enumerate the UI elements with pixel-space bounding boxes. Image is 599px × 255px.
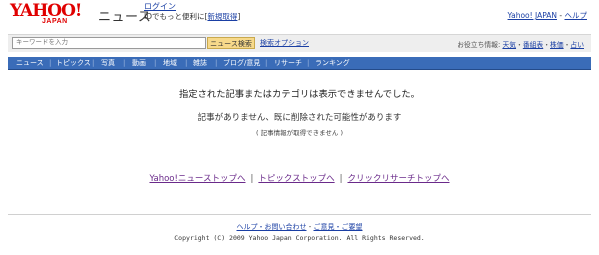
signup-link[interactable]: 新規取得 [207,12,237,21]
login-block: ログイン IDでもっと便利に[新規取得] [144,2,240,22]
nav-separator: | [92,59,95,67]
search-bar: ニュース検索 検索オプション お役立ち情報: 天気・番組表・株価・占い [8,34,591,52]
nav-item-topics[interactable]: トピックス [56,58,91,68]
link-separator: | [339,174,343,184]
top-right-links: Yahoo! JAPAN - ヘルプ [508,10,587,21]
nav-separator: | [307,59,310,67]
news-top-link[interactable]: Yahoo!ニューストップへ [149,174,245,184]
nav-separator: | [215,59,218,67]
link-separator: | [250,174,254,184]
opinion-link[interactable]: ご意見・ご要望 [313,223,362,231]
nav-item-news[interactable]: ニュース [16,58,44,68]
nav-separator: | [185,59,188,67]
quick-link-fortune[interactable]: 占い [570,41,584,49]
copyright: Copyright (C) 2009 Yahoo Japan Corporati… [174,234,425,242]
nav-separator: | [265,59,268,67]
search-input[interactable] [12,37,206,49]
bracket-close: ] [237,12,241,21]
yahoo-japan-logo[interactable]: YAHOO! JAPAN [10,1,94,29]
quick-link-weather[interactable]: 天気 [502,41,516,49]
nav-item-blog-opinion[interactable]: ブログ/意見 [223,58,260,68]
login-sub-text: IDでもっと便利に [144,12,205,21]
nav-item-videos[interactable]: 動画 [132,58,146,68]
news-search-button[interactable]: ニュース検索 [207,37,255,49]
logo-japan-text: JAPAN [42,18,68,25]
help-contact-link[interactable]: ヘルプ・お問い合わせ [237,223,307,231]
quick-info: お役立ち情報: 天気・番組表・株価・占い [457,41,584,49]
nav-item-photos[interactable]: 写真 [101,58,115,68]
yahoo-japan-link[interactable]: Yahoo! JAPAN [508,11,557,20]
click-research-top-link[interactable]: クリックリサーチトップへ [348,174,450,184]
nav-item-ranking[interactable]: ランキング [315,58,350,68]
login-link[interactable]: ログイン [144,2,176,11]
header: YAHOO! JAPAN ニュース ログイン IDでもっと便利に[新規取得] Y… [0,0,599,30]
error-heading: 指定された記事またはカテゴリは表示できませんでした。 [179,89,420,100]
error-note: ( 記事情報が取得できません ) [255,129,343,137]
error-sub-message: 記事がありません、既に削除された可能性があります [197,113,402,123]
quick-info-label: お役立ち情報: [457,41,501,49]
topics-top-link[interactable]: トピックストップへ [258,174,334,184]
search-options-link[interactable]: 検索オプション [260,38,309,48]
nav-separator: | [154,59,157,67]
nav-item-magazine[interactable]: 雑誌 [193,58,207,68]
top-link-separator: - [557,11,565,20]
nav-separator: | [49,59,52,67]
nav-separator: | [123,59,126,67]
navigation-links: Yahoo!ニューストップへ | トピックストップへ | クリックリサーチトップへ [0,172,599,184]
quick-link-tv-guide[interactable]: 番組表 [523,41,543,49]
quick-link-stocks[interactable]: 株価 [550,41,564,49]
footer-links: ヘルプ・お問い合わせ - ご意見・ご要望 [0,222,599,232]
help-link[interactable]: ヘルプ [565,11,588,20]
footer-divider [8,214,591,215]
nav-item-research[interactable]: リサーチ [274,58,302,68]
nav-item-local[interactable]: 地域 [163,58,177,68]
category-nav: ニュース | トピックス | 写真 | 動画 | 地域 | 雑誌 | ブログ/意… [8,57,591,70]
